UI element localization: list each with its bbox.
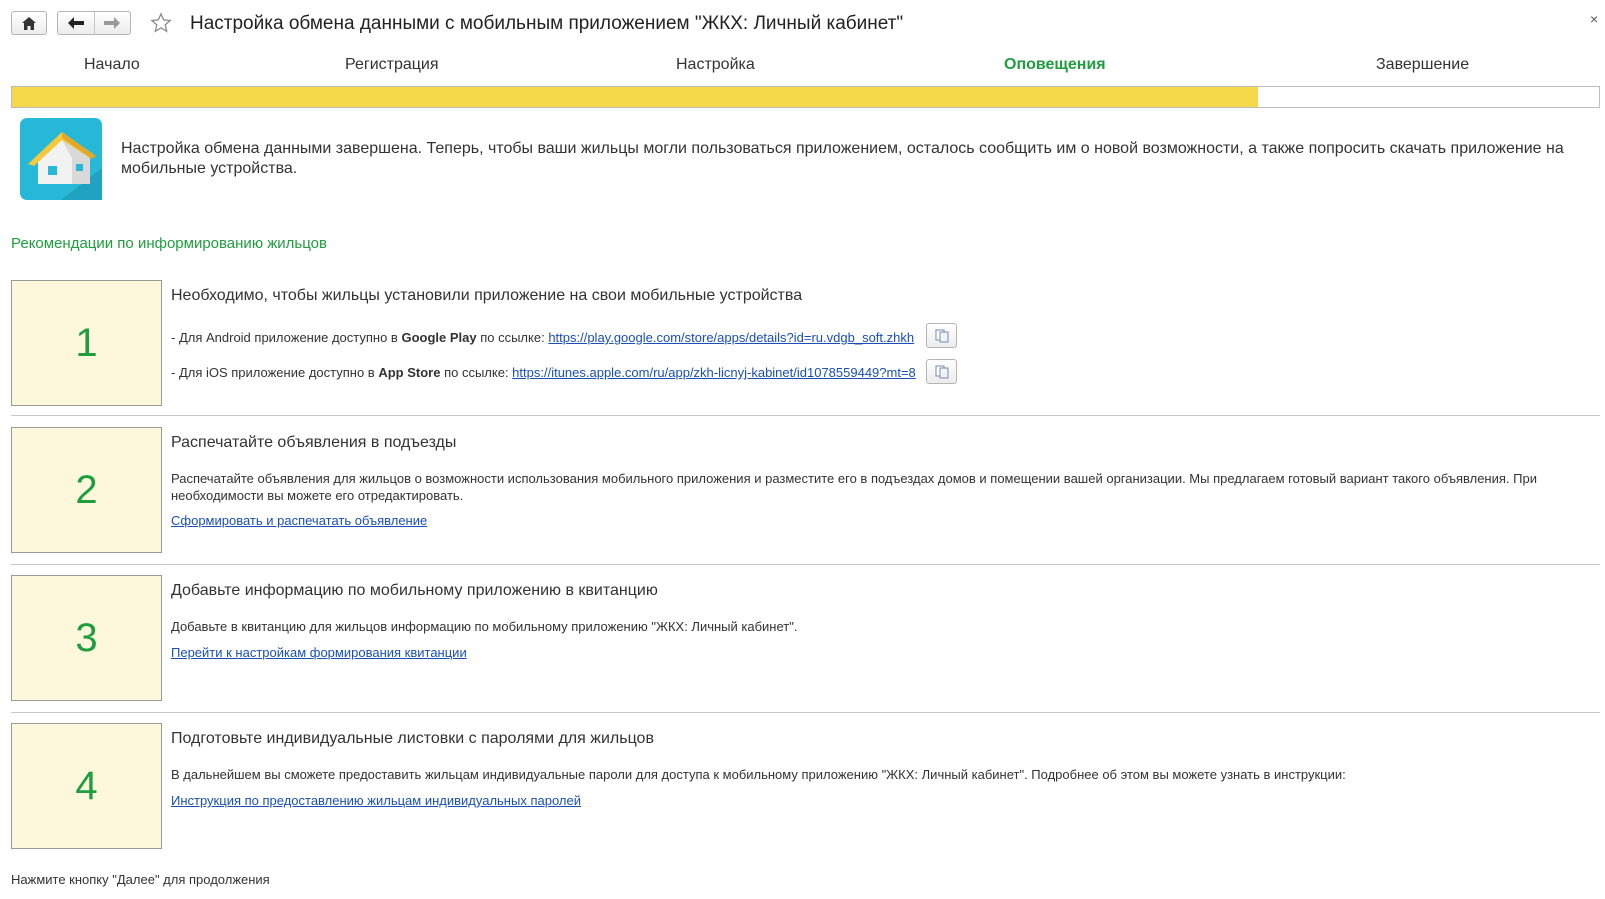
item-heading: Подготовьте индивидуальные листовки с па…	[171, 730, 654, 747]
home-icon	[22, 16, 36, 30]
ios-suffix: по ссылке:	[440, 365, 513, 380]
step-number-box: 3	[11, 575, 162, 701]
receipt-settings-link[interactable]: Перейти к настройкам формирования квитан…	[171, 644, 467, 661]
step-number-box: 4	[11, 723, 162, 849]
copy-android-link-button[interactable]	[926, 323, 957, 348]
step-number-box: 1	[11, 280, 162, 406]
divider	[11, 712, 1600, 713]
divider	[11, 415, 1600, 416]
step-settings: Настройка	[676, 56, 755, 73]
step-notifications: Оповещения	[1004, 56, 1106, 73]
arrow-left-icon	[67, 17, 84, 29]
ios-line: - Для iOS приложение доступно в App Stor…	[171, 364, 916, 381]
app-store-label: App Store	[378, 365, 441, 380]
item-description: Распечатайте объявления для жильцов о во…	[171, 471, 1537, 503]
item-heading: Добавьте информацию по мобильному прилож…	[171, 582, 658, 599]
forward-button[interactable]	[93, 12, 131, 34]
google-play-link[interactable]: https://play.google.com/store/apps/detai…	[548, 330, 914, 345]
copy-ios-link-button[interactable]	[926, 359, 957, 384]
wizard-steps: Начало Регистрация Настройка Оповещения …	[0, 56, 1605, 80]
window-title: Настройка обмена данными с мобильным при…	[190, 13, 904, 34]
home-button[interactable]	[11, 11, 47, 35]
progress-fill	[12, 87, 1258, 107]
passwords-instruction-link[interactable]: Инструкция по предоставлению жильцам инд…	[171, 792, 581, 809]
arrow-right-icon	[104, 17, 121, 29]
favorite-button[interactable]	[149, 11, 173, 35]
item-heading: Необходимо, чтобы жильцы установили прил…	[171, 287, 803, 304]
item-description: Добавьте в квитанцию для жильцов информа…	[171, 619, 798, 634]
title-bar: Настройка обмена данными с мобильным при…	[0, 0, 1605, 48]
navigation-buttons	[57, 11, 131, 35]
item-description: В дальнейшем вы сможете предоставить жил…	[171, 767, 1346, 782]
android-prefix: - Для Android приложение доступно в	[171, 330, 402, 345]
star-icon	[150, 12, 172, 33]
ios-prefix: - Для iOS приложение доступно в	[171, 365, 379, 380]
recommendations-title: Рекомендации по информированию жильцов	[11, 235, 327, 252]
recommendation-item-1: 1 Необходимо, чтобы жильцы установили пр…	[11, 280, 1600, 416]
house-app-icon	[20, 118, 102, 200]
step-finish: Завершение	[1376, 56, 1470, 73]
close-icon[interactable]: ×	[1590, 11, 1598, 27]
copy-icon	[935, 329, 948, 342]
copy-icon	[935, 365, 948, 378]
recommendation-item-2: 2 Распечатайте объявления в подъезды Рас…	[11, 427, 1600, 565]
print-announcement-link[interactable]: Сформировать и распечатать объявление	[171, 512, 427, 529]
step-number-box: 2	[11, 427, 162, 553]
step-start: Начало	[84, 56, 140, 73]
recommendation-item-4: 4 Подготовьте индивидуальные листовки с …	[11, 723, 1600, 853]
divider	[11, 564, 1600, 565]
step-registration: Регистрация	[345, 56, 439, 73]
item-heading: Распечатайте объявления в подъезды	[171, 434, 457, 451]
back-button[interactable]	[58, 12, 94, 34]
google-play-label: Google Play	[401, 330, 477, 345]
android-line: - Для Android приложение доступно в Goog…	[171, 329, 914, 346]
footer-hint: Нажмите кнопку "Далее" для продолжения	[11, 872, 270, 887]
progress-bar	[11, 86, 1600, 108]
recommendation-item-3: 3 Добавьте информацию по мобильному прил…	[11, 575, 1600, 713]
intro-text: Настройка обмена данными завершена. Тепе…	[121, 140, 1564, 177]
android-suffix: по ссылке:	[476, 330, 549, 345]
app-store-link[interactable]: https://itunes.apple.com/ru/app/zkh-licn…	[512, 365, 916, 380]
